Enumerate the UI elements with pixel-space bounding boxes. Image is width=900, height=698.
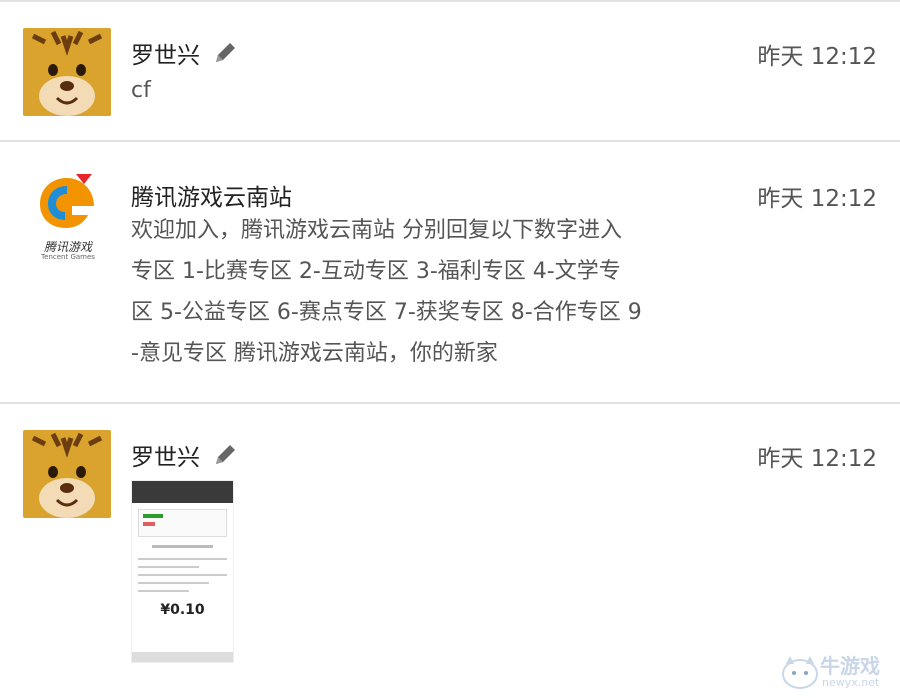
message-time: 昨天 12:12 bbox=[757, 44, 877, 70]
pencil-icon[interactable] bbox=[212, 442, 238, 468]
message-item[interactable]: 腾讯游戏 Tencent Games 腾讯游戏云南站 昨天 12:12 欢迎加入… bbox=[0, 142, 900, 402]
sender-name: 罗世兴 bbox=[131, 36, 238, 70]
message-item[interactable]: 罗世兴 昨天 12:12 cf bbox=[0, 0, 900, 140]
thumb-footer bbox=[132, 652, 233, 662]
avatar[interactable] bbox=[23, 430, 111, 518]
message-text-line: -意见专区 腾讯游戏云南站，你的新家 bbox=[131, 341, 498, 366]
message-text-line: 区 5-公益专区 6-赛点专区 7-获奖专区 8-合作专区 9 bbox=[131, 300, 642, 325]
message-text: 欢迎加入，腾讯游戏云南站 分别回复以下数字进入 专区 1-比赛专区 2-互动专区… bbox=[131, 210, 716, 374]
thumb-header-bar bbox=[132, 481, 233, 503]
sender-name-text: 罗世兴 bbox=[131, 43, 200, 69]
watermark-title: 牛游戏 bbox=[820, 654, 880, 678]
image-thumbnail[interactable]: ¥0.10 bbox=[131, 480, 234, 663]
pencil-icon[interactable] bbox=[212, 40, 238, 66]
avatar[interactable] bbox=[23, 28, 111, 116]
message-text: cf bbox=[131, 78, 151, 103]
message-time: 昨天 12:12 bbox=[757, 186, 877, 212]
watermark-url: newyx.net bbox=[822, 676, 880, 689]
thumb-line bbox=[152, 545, 213, 548]
logo-subtext: Tencent Games bbox=[41, 253, 95, 261]
tiger-avatar-icon bbox=[23, 430, 111, 518]
message-time: 昨天 12:12 bbox=[757, 446, 877, 472]
sender-name: 腾讯游戏云南站 bbox=[131, 185, 292, 211]
watermark-mascot-icon bbox=[782, 656, 818, 689]
message-text-line: 欢迎加入，腾讯游戏云南站 分别回复以下数字进入 bbox=[131, 218, 622, 243]
sender-name-text: 罗世兴 bbox=[131, 445, 200, 471]
thumb-card bbox=[138, 509, 227, 537]
tiger-avatar-icon bbox=[23, 28, 111, 116]
message-text-line: 专区 1-比赛专区 2-互动专区 3-福利专区 4-文学专 bbox=[131, 259, 621, 284]
sender-name: 罗世兴 bbox=[131, 438, 238, 472]
watermark: 牛游戏 newyx.net bbox=[780, 650, 896, 694]
thumb-amount: ¥0.10 bbox=[160, 602, 205, 618]
